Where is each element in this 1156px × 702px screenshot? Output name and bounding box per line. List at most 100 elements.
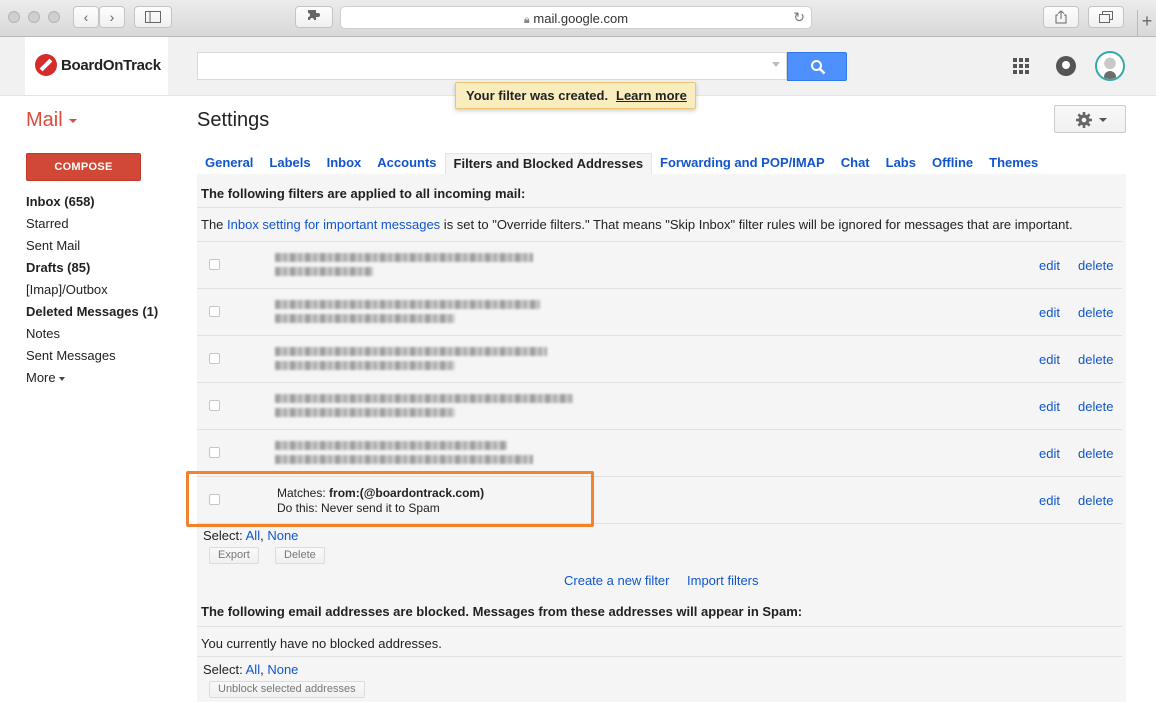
toast-message: Your filter was created. — [466, 88, 609, 103]
tab-themes[interactable]: Themes — [981, 153, 1046, 175]
share-icon — [1055, 10, 1067, 24]
delete-filter-link[interactable]: delete — [1078, 446, 1113, 461]
gear-icon — [1076, 112, 1092, 128]
edit-filter-link[interactable]: edit — [1039, 305, 1060, 320]
new-tab-button[interactable]: + — [1137, 10, 1156, 36]
table-row: edit delete — [197, 383, 1122, 430]
filters-heading: The following filters are applied to all… — [201, 186, 526, 201]
delete-filter-link[interactable]: delete — [1078, 258, 1113, 273]
extension-button[interactable] — [295, 6, 333, 28]
unblock-selected-button[interactable]: Unblock selected addresses — [209, 681, 365, 698]
brand-logo[interactable]: BoardOnTrack — [25, 37, 168, 95]
select-label: Select: — [203, 662, 246, 677]
tab-general[interactable]: General — [197, 153, 261, 175]
edit-filter-link[interactable]: edit — [1039, 352, 1060, 367]
select-all-link[interactable]: All — [246, 528, 260, 543]
select-none-link[interactable]: None — [267, 528, 298, 543]
plus-icon: + — [1141, 11, 1153, 31]
learn-more-link[interactable]: Learn more — [616, 88, 687, 103]
delete-filters-button[interactable]: Delete — [275, 547, 325, 564]
table-row: edit delete — [197, 289, 1122, 336]
filter-checkbox[interactable] — [209, 447, 220, 458]
filters-panel: The following filters are applied to all… — [197, 174, 1126, 702]
select-label: Select: — [203, 528, 246, 543]
sidebar-item-starred[interactable]: Starred — [26, 215, 186, 237]
filter-checkbox[interactable] — [209, 306, 220, 317]
import-filters-link[interactable]: Import filters — [687, 573, 759, 588]
sidebar-button[interactable] — [134, 6, 172, 28]
filters-select-row: Select: All, None — [203, 528, 298, 543]
puzzle-icon — [308, 10, 320, 20]
back-button[interactable]: ‹ — [73, 6, 99, 28]
search-input[interactable] — [197, 52, 787, 80]
compose-button[interactable]: COMPOSE — [26, 153, 141, 181]
zoom-window-button[interactable] — [48, 11, 60, 23]
divider — [197, 656, 1122, 657]
sidebar-item-sent-messages[interactable]: Sent Messages — [26, 347, 186, 369]
sidebar-item-notes[interactable]: Notes — [26, 325, 186, 347]
edit-filter-link[interactable]: edit — [1039, 258, 1060, 273]
browser-toolbar: ‹ › 🔒︎ mail.google.com ↻ + — [0, 0, 1156, 37]
search-options-caret-icon[interactable] — [772, 62, 780, 67]
tab-labels[interactable]: Labels — [261, 153, 318, 175]
delete-filter-link[interactable]: delete — [1078, 493, 1113, 508]
select-all-link[interactable]: All — [246, 662, 260, 677]
redacted-filter-text — [275, 345, 575, 373]
tab-accounts[interactable]: Accounts — [369, 153, 444, 175]
tab-forwarding-and-pop-imap[interactable]: Forwarding and POP/IMAP — [652, 153, 833, 175]
redacted-filter-text — [275, 439, 575, 467]
sidebar-nav: Inbox (658) Starred Sent Mail Drafts (85… — [26, 193, 186, 391]
filter-checkbox[interactable] — [209, 400, 220, 411]
export-button[interactable]: Export — [209, 547, 259, 564]
table-row: edit delete — [197, 242, 1122, 289]
tab-offline[interactable]: Offline — [924, 153, 981, 175]
tab-filters-and-blocked-addresses[interactable]: Filters and Blocked Addresses — [444, 153, 653, 175]
mail-label: Mail — [26, 109, 63, 131]
page-title: Settings — [197, 109, 270, 131]
edit-filter-link[interactable]: edit — [1039, 399, 1060, 414]
reload-icon[interactable]: ↻ — [793, 9, 805, 26]
sidebar-item-imap-outbox[interactable]: [Imap]/Outbox — [26, 281, 186, 303]
delete-filter-link[interactable]: delete — [1078, 399, 1113, 414]
gear-caret-icon — [1099, 118, 1107, 122]
search-button[interactable] — [787, 52, 847, 81]
settings-gear-button[interactable] — [1054, 105, 1126, 133]
chevron-left-icon: ‹ — [83, 9, 89, 25]
more-caret-icon — [58, 376, 65, 381]
close-window-button[interactable] — [8, 11, 20, 23]
tab-chat[interactable]: Chat — [833, 153, 878, 175]
address-bar[interactable]: 🔒︎ mail.google.com ↻ — [340, 6, 812, 29]
sidebar-item-inbox[interactable]: Inbox (658) — [26, 193, 186, 215]
more-label: More — [26, 370, 56, 385]
delete-filter-link[interactable]: delete — [1078, 305, 1113, 320]
notifications-bell-icon[interactable] — [1056, 56, 1076, 76]
sidebar-item-deleted-messages[interactable]: Deleted Messages (1) — [26, 303, 186, 325]
redacted-filter-text — [275, 298, 575, 326]
redacted-filter-text — [275, 392, 575, 420]
tab-labs[interactable]: Labs — [878, 153, 924, 175]
delete-filter-link[interactable]: delete — [1078, 352, 1113, 367]
select-none-link[interactable]: None — [267, 662, 298, 677]
tabs-icon — [1099, 11, 1113, 23]
minimize-window-button[interactable] — [28, 11, 40, 23]
sidebar-item-drafts[interactable]: Drafts (85) — [26, 259, 186, 281]
sidebar-icon — [145, 11, 161, 23]
filter-checkbox[interactable] — [209, 259, 220, 270]
apps-grid-icon[interactable] — [1013, 58, 1029, 74]
edit-filter-link[interactable]: edit — [1039, 446, 1060, 461]
sidebar-item-more[interactable]: More — [26, 369, 186, 391]
edit-filter-link[interactable]: edit — [1039, 493, 1060, 508]
share-button[interactable] — [1043, 6, 1079, 28]
chevron-right-icon: › — [109, 9, 115, 25]
inbox-setting-link[interactable]: Inbox setting for important messages — [227, 217, 440, 232]
forward-button[interactable]: › — [99, 6, 125, 28]
logo-mark-icon — [35, 54, 57, 76]
url-text: mail.google.com — [533, 11, 629, 26]
avatar[interactable] — [1095, 51, 1125, 81]
tab-inbox[interactable]: Inbox — [319, 153, 370, 175]
sidebar-item-sent-mail[interactable]: Sent Mail — [26, 237, 186, 259]
filter-checkbox[interactable] — [209, 353, 220, 364]
create-new-filter-link[interactable]: Create a new filter — [564, 573, 670, 588]
mail-menu[interactable]: Mail — [26, 109, 77, 132]
tabs-overview-button[interactable] — [1088, 6, 1124, 28]
